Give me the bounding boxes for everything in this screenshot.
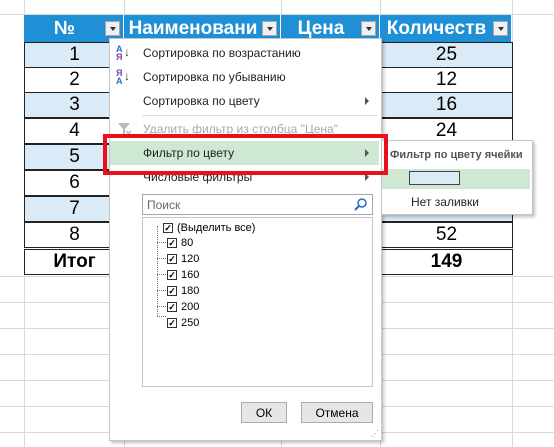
value-checkbox[interactable]: ✓ 200	[167, 299, 199, 315]
filter-dropdown-button[interactable]	[361, 21, 376, 36]
submenu-title: Фильтр по цвету ячейки	[390, 149, 523, 161]
chevron-down-icon	[266, 26, 273, 31]
column-header-label: Цена	[297, 17, 345, 39]
tree-connector	[157, 316, 166, 317]
checkmark-icon: ✓	[167, 302, 177, 312]
checkmark-icon: ✓	[167, 286, 177, 296]
search-icon	[354, 198, 367, 211]
cell-quantity[interactable]: 16	[380, 92, 513, 118]
column-header-label: №	[53, 17, 76, 39]
column-header-quantity[interactable]: Количеств	[380, 15, 512, 42]
checkmark-icon: ✓	[167, 318, 177, 328]
cell-quantity[interactable]: 52	[380, 222, 513, 248]
select-all-checkbox[interactable]: ✓ (Выделить все)	[163, 220, 255, 236]
list-item-label: 180	[181, 285, 200, 297]
value-checkbox[interactable]: ✓ 120	[167, 251, 199, 267]
checkmark-icon: ✓	[167, 238, 177, 248]
filter-menu: АЯ ↓ Сортировка по возрастанию ЯА ↓ Сорт…	[109, 38, 382, 441]
menu-item-label: Сортировка по убыванию	[143, 70, 286, 84]
value-checkbox[interactable]: ✓ 160	[167, 267, 199, 283]
values-checklist: ✓ (Выделить все) ✓ 80 ✓ 120 ✓ 160 ✓ 180 …	[142, 217, 373, 387]
chevron-right-icon	[365, 97, 369, 105]
tree-connector	[157, 290, 166, 291]
list-item-label: (Выделить все)	[177, 222, 256, 234]
list-item-label: 250	[181, 317, 200, 329]
menu-divider	[142, 115, 378, 116]
tree-connector	[157, 258, 166, 259]
tree-connector	[157, 226, 158, 316]
cancel-button[interactable]: Отмена	[301, 402, 373, 423]
sort-descending-item[interactable]: ЯА ↓ Сортировка по убыванию	[110, 65, 379, 89]
color-filter-submenu: Фильтр по цвету ячейки Нет заливки	[381, 140, 533, 215]
cell-quantity[interactable]: 25	[380, 42, 513, 68]
value-checkbox[interactable]: ✓ 250	[167, 315, 199, 331]
chevron-down-icon	[109, 26, 116, 31]
column-header-label: Наименовани	[128, 17, 258, 39]
color-swatch	[409, 171, 460, 185]
value-checkbox[interactable]: ✓ 80	[167, 235, 193, 251]
chevron-down-icon	[497, 26, 504, 31]
list-item-label: 80	[181, 237, 194, 249]
tree-connector	[157, 242, 166, 243]
resize-grip-icon[interactable]: ⋰	[371, 429, 379, 438]
ok-button[interactable]: ОК	[241, 402, 287, 423]
list-item-label: 160	[181, 269, 200, 281]
total-quantity-cell[interactable]: 149	[380, 249, 513, 275]
color-swatch-option[interactable]	[382, 169, 530, 189]
list-item-label: 120	[181, 253, 200, 265]
search-input[interactable]: Поиск	[142, 194, 373, 215]
sort-ascending-item[interactable]: АЯ ↓ Сортировка по возрастанию	[110, 41, 379, 65]
menu-item-label: Сортировка по цвету	[143, 94, 260, 108]
checkmark-icon: ✓	[167, 270, 177, 280]
no-fill-option[interactable]: Нет заливки	[382, 192, 530, 212]
sort-by-color-item[interactable]: Сортировка по цвету	[110, 89, 379, 113]
column-header-label: Количеств	[386, 17, 487, 39]
checkmark-icon: ✓	[163, 223, 173, 233]
value-checkbox[interactable]: ✓ 180	[167, 283, 199, 299]
tree-connector	[157, 274, 166, 275]
menu-item-label: Сортировка по возрастанию	[143, 46, 301, 60]
filter-dropdown-button[interactable]	[105, 21, 120, 36]
chevron-down-icon	[365, 26, 372, 31]
tree-connector	[157, 306, 166, 307]
filter-dropdown-button[interactable]	[493, 21, 508, 36]
cell-quantity[interactable]: 12	[380, 67, 513, 93]
list-item-label: 200	[181, 301, 200, 313]
highlight-frame	[103, 134, 388, 175]
search-placeholder: Поиск	[147, 197, 181, 212]
filter-dropdown-button[interactable]	[262, 21, 277, 36]
checkmark-icon: ✓	[167, 254, 177, 264]
